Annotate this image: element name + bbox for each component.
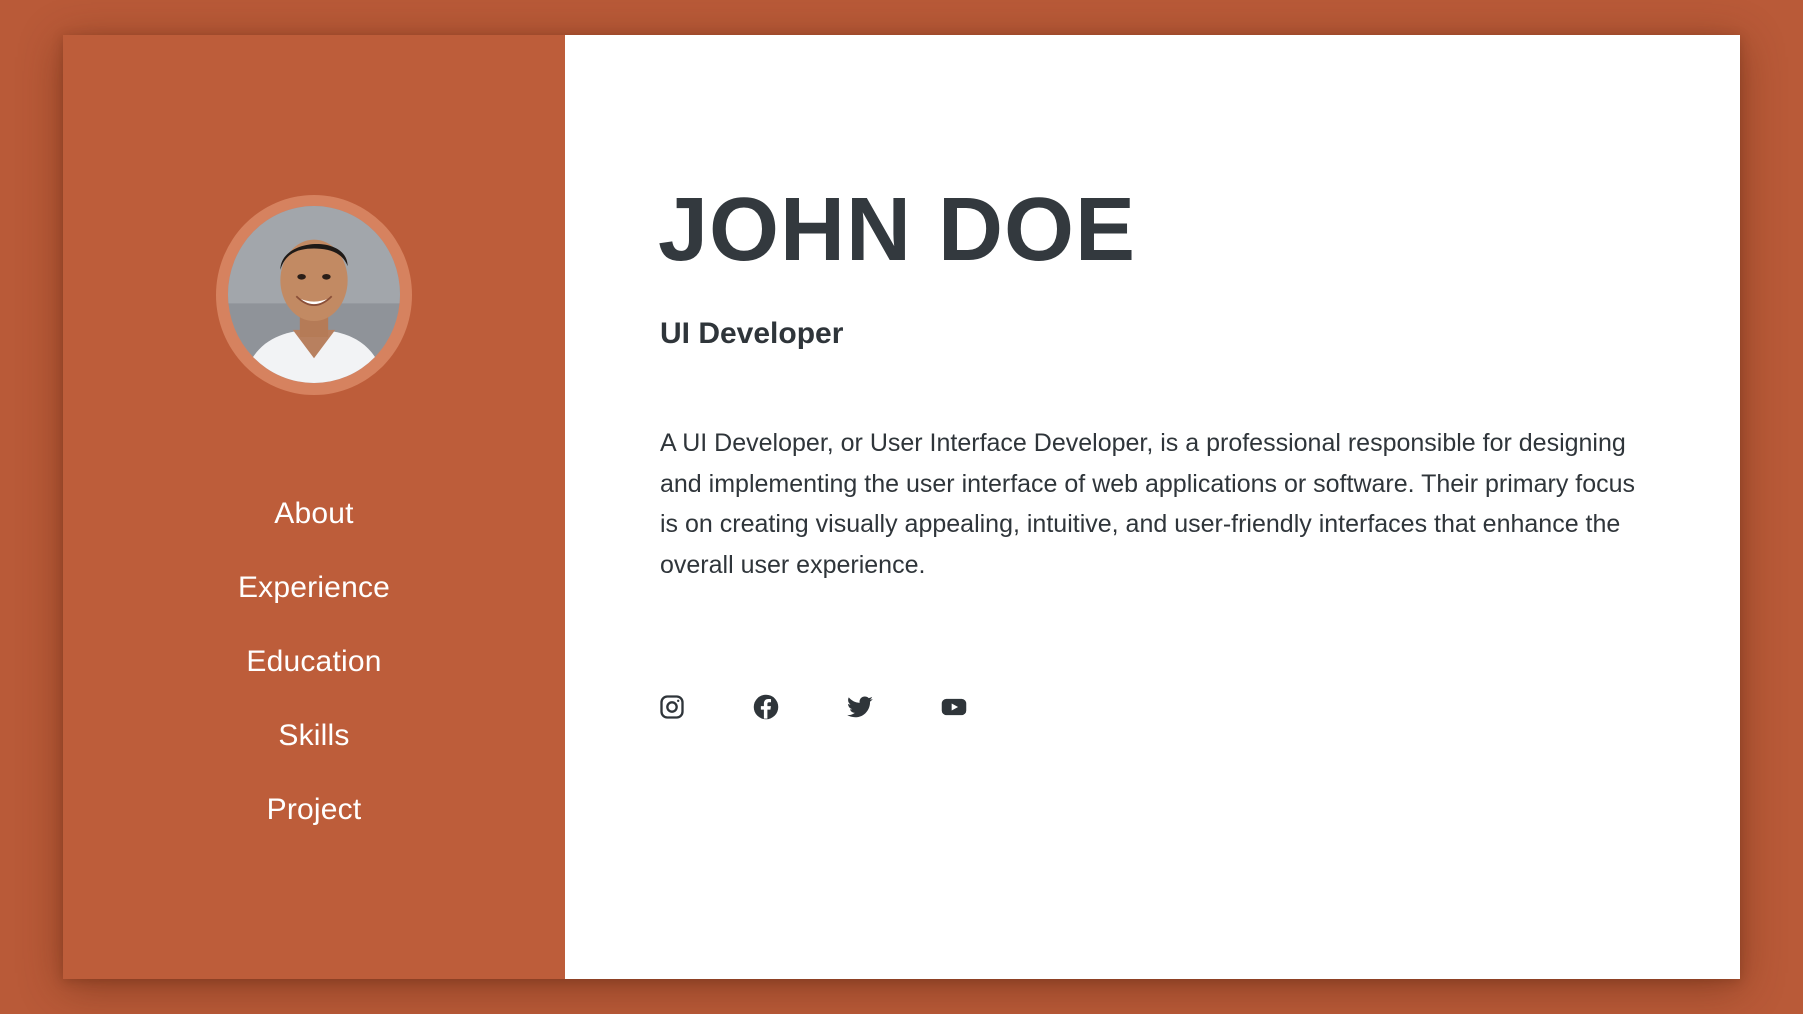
sidebar: About Experience Education Skills Projec… bbox=[63, 35, 565, 979]
avatar-photo bbox=[228, 206, 400, 383]
nav-item-education: Education bbox=[63, 641, 565, 715]
avatar-ring bbox=[216, 195, 412, 395]
nav-link-experience[interactable]: Experience bbox=[238, 567, 390, 609]
nav-link-skills[interactable]: Skills bbox=[278, 715, 349, 757]
nav-link-about[interactable]: About bbox=[274, 493, 353, 535]
twitter-icon[interactable] bbox=[846, 693, 874, 721]
main-content: JOHN DOE UI Developer A UI Developer, or… bbox=[565, 35, 1740, 979]
facebook-icon[interactable] bbox=[752, 693, 780, 721]
sidebar-nav: About Experience Education Skills Projec… bbox=[63, 493, 565, 863]
social-links bbox=[658, 693, 968, 721]
nav-item-project: Project bbox=[63, 789, 565, 863]
nav-item-about: About bbox=[63, 493, 565, 567]
nav-link-education[interactable]: Education bbox=[246, 641, 381, 683]
nav-item-experience: Experience bbox=[63, 567, 565, 641]
profile-name: JOHN DOE bbox=[658, 180, 1137, 280]
youtube-icon[interactable] bbox=[940, 693, 968, 721]
profile-card: About Experience Education Skills Projec… bbox=[63, 35, 1740, 979]
nav-link-project[interactable]: Project bbox=[267, 789, 362, 831]
nav-item-skills: Skills bbox=[63, 715, 565, 789]
profile-role: UI Developer bbox=[660, 317, 844, 350]
instagram-icon[interactable] bbox=[658, 693, 686, 721]
avatar bbox=[228, 206, 400, 383]
profile-bio: A UI Developer, or User Interface Develo… bbox=[660, 429, 1636, 579]
